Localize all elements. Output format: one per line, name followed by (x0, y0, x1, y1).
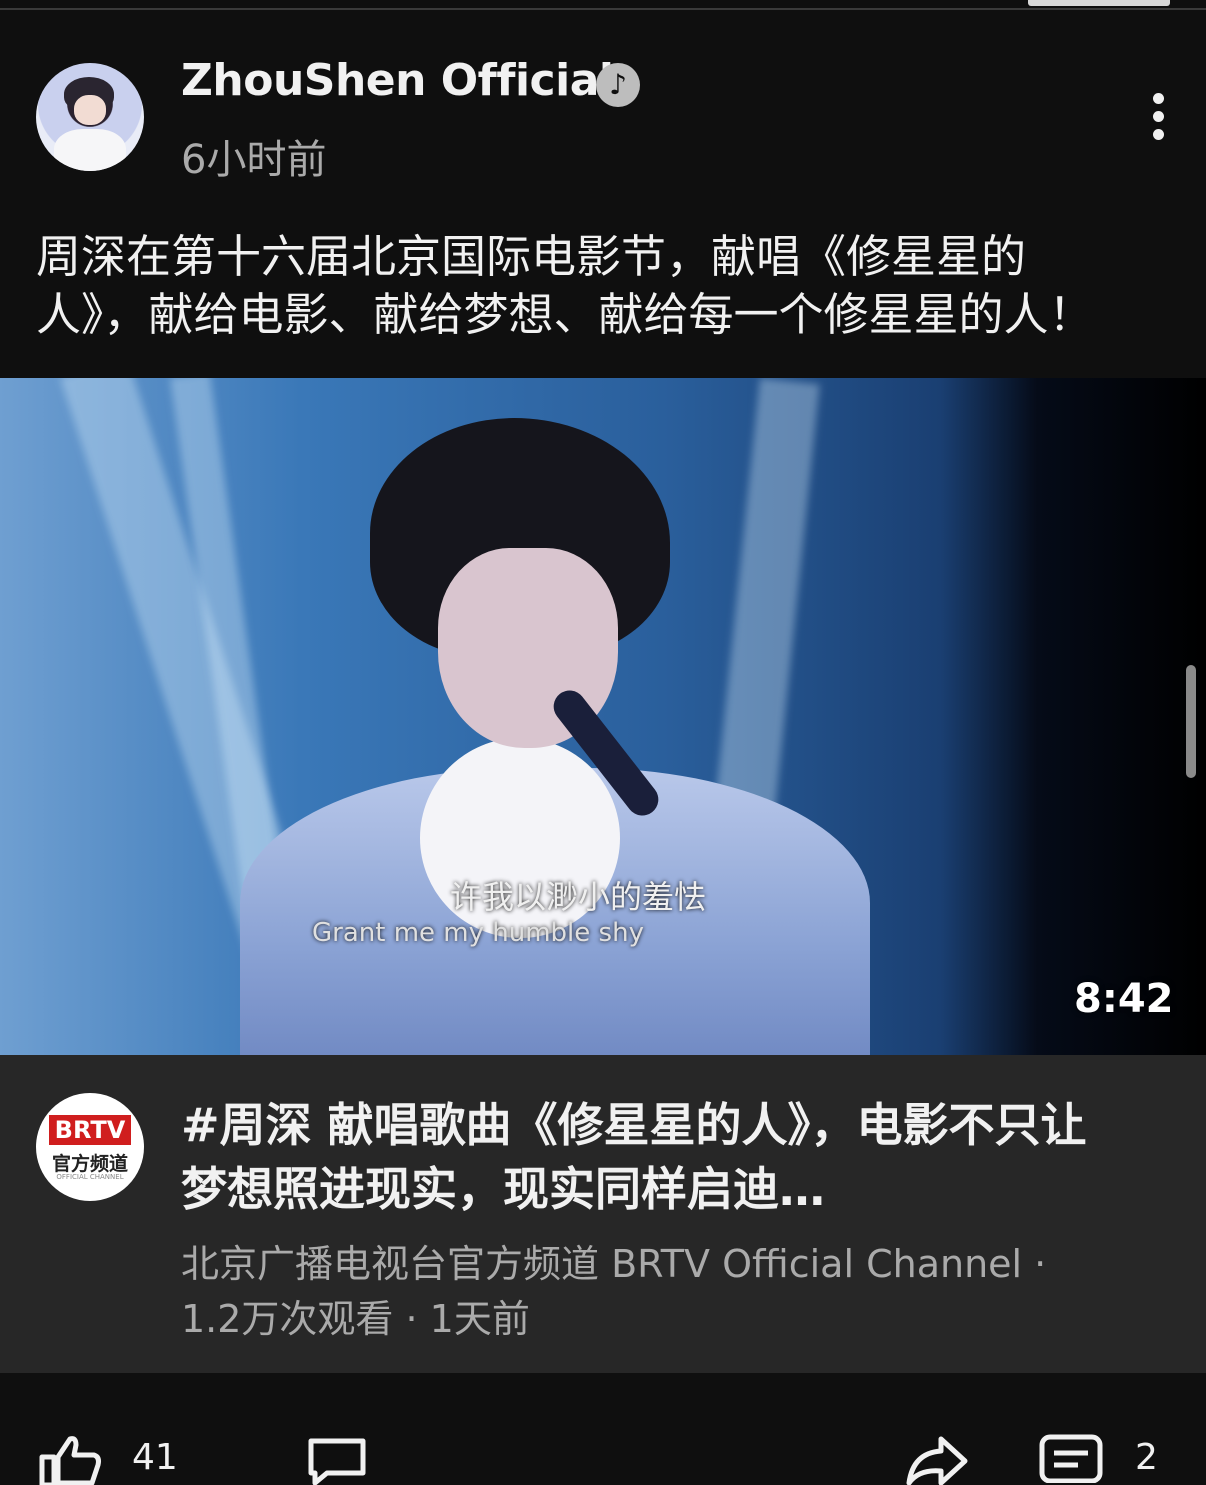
linked-video-card[interactable]: BRTV 官方频道 OFFICIAL CHANNEL #周深 献唱歌曲《修星星的… (0, 1055, 1206, 1373)
linked-video-channel[interactable]: 北京广播电视台官方频道 BRTV Official Channel · (181, 1233, 1046, 1288)
top-divider (0, 0, 1206, 10)
comment-count: 2 (1135, 1437, 1158, 1478)
post-text: 周深在第十六届北京国际电影节，献唱《修星星的 人》，献给电影、献给梦想、献给每一… (36, 230, 1094, 341)
comment-icon[interactable] (305, 1435, 369, 1485)
channel-name[interactable]: ZhouShen Official (181, 55, 614, 106)
post-header: ZhouShen Official ♪ 6小时前 (0, 55, 1206, 185)
post-time: 6小时前 (181, 137, 327, 183)
share-icon[interactable] (905, 1435, 969, 1485)
like-icon[interactable] (36, 1435, 102, 1485)
video-subtitle-cn: 许我以渺小的羞怯 (450, 878, 707, 916)
video-duration: 8:42 (1074, 976, 1174, 1022)
verified-icon: ♪ (596, 63, 640, 107)
linked-video-meta: 1.2万次观看 · 1天前 (181, 1297, 530, 1341)
like-count: 41 (132, 1437, 178, 1478)
video-subtitle-en: Grant me my humble shy (312, 918, 644, 948)
linked-video-title[interactable]: #周深 献唱歌曲《修星星的人》，电影不只让梦想照进现实，现实同样启迪… (181, 1093, 1101, 1221)
video-thumbnail[interactable]: 许我以渺小的羞怯 Grant me my humble shy 8:42 (0, 378, 1206, 1055)
top-tab-indicator (1028, 0, 1170, 6)
brtv-channel-logo[interactable]: BRTV 官方频道 OFFICIAL CHANNEL (36, 1093, 144, 1201)
more-vert-icon[interactable] (1140, 93, 1176, 147)
action-bar: 41 2 (0, 1373, 1206, 1485)
save-icon[interactable] (1038, 1433, 1104, 1483)
scrollbar[interactable] (1186, 665, 1196, 778)
channel-avatar[interactable] (36, 63, 144, 171)
